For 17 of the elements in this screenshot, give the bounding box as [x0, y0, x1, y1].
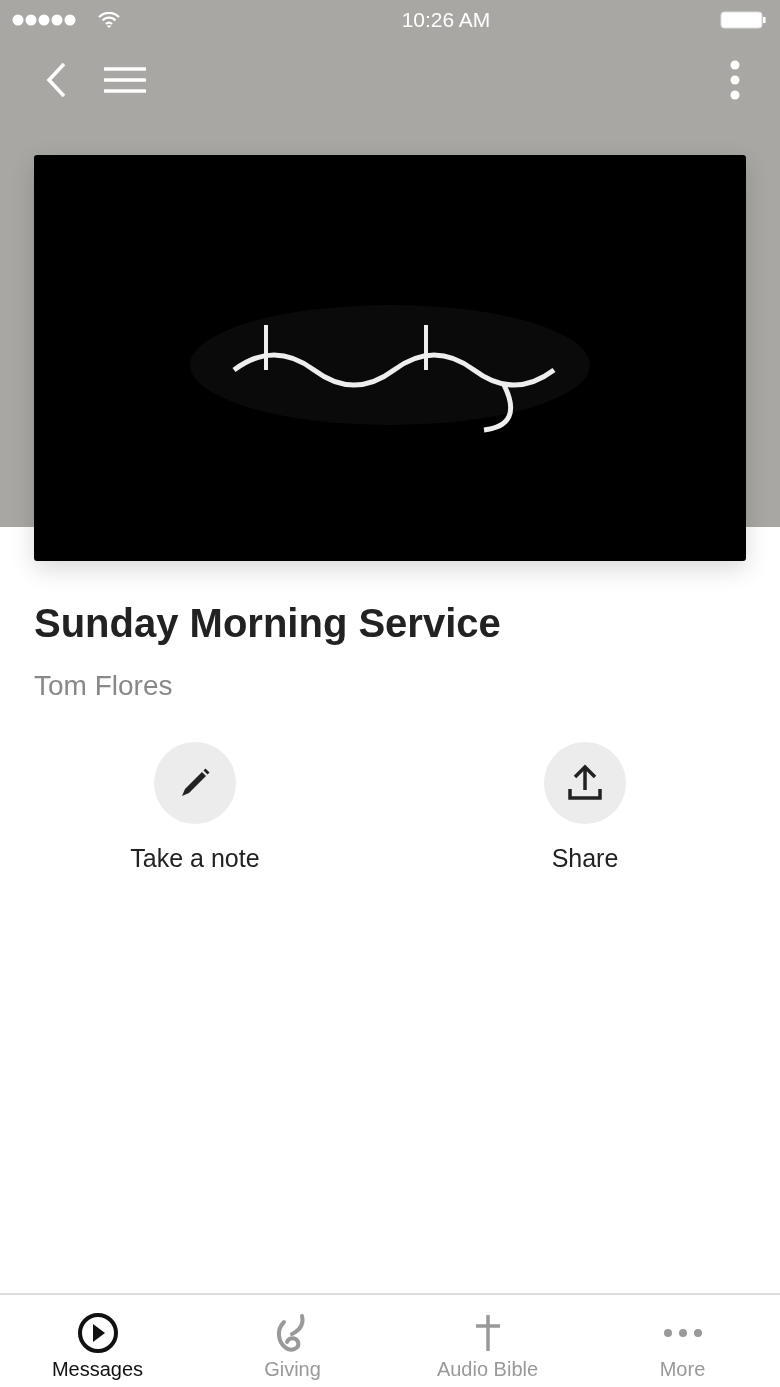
- battery-icon: [720, 11, 766, 29]
- back-button[interactable]: [46, 62, 66, 98]
- tab[interactable]: Giving: [195, 1295, 390, 1387]
- play-icon: [76, 1312, 119, 1354]
- more-icon: [663, 1329, 702, 1337]
- tab[interactable]: Messages: [0, 1295, 195, 1387]
- menu-button[interactable]: [104, 66, 146, 94]
- tab[interactable]: More: [585, 1295, 780, 1387]
- wifi-icon: [98, 12, 120, 28]
- action-label: Take a note: [130, 844, 260, 873]
- tab[interactable]: Audio Bible: [390, 1295, 585, 1387]
- more-options-button[interactable]: [730, 60, 740, 100]
- status-time: 10:26 AM: [401, 8, 491, 32]
- action-label: Share: [551, 844, 619, 873]
- speaker-name: Tom Flores: [34, 670, 174, 702]
- sermon-title: Sunday Morning Service: [34, 601, 502, 646]
- upload-icon: [567, 764, 603, 802]
